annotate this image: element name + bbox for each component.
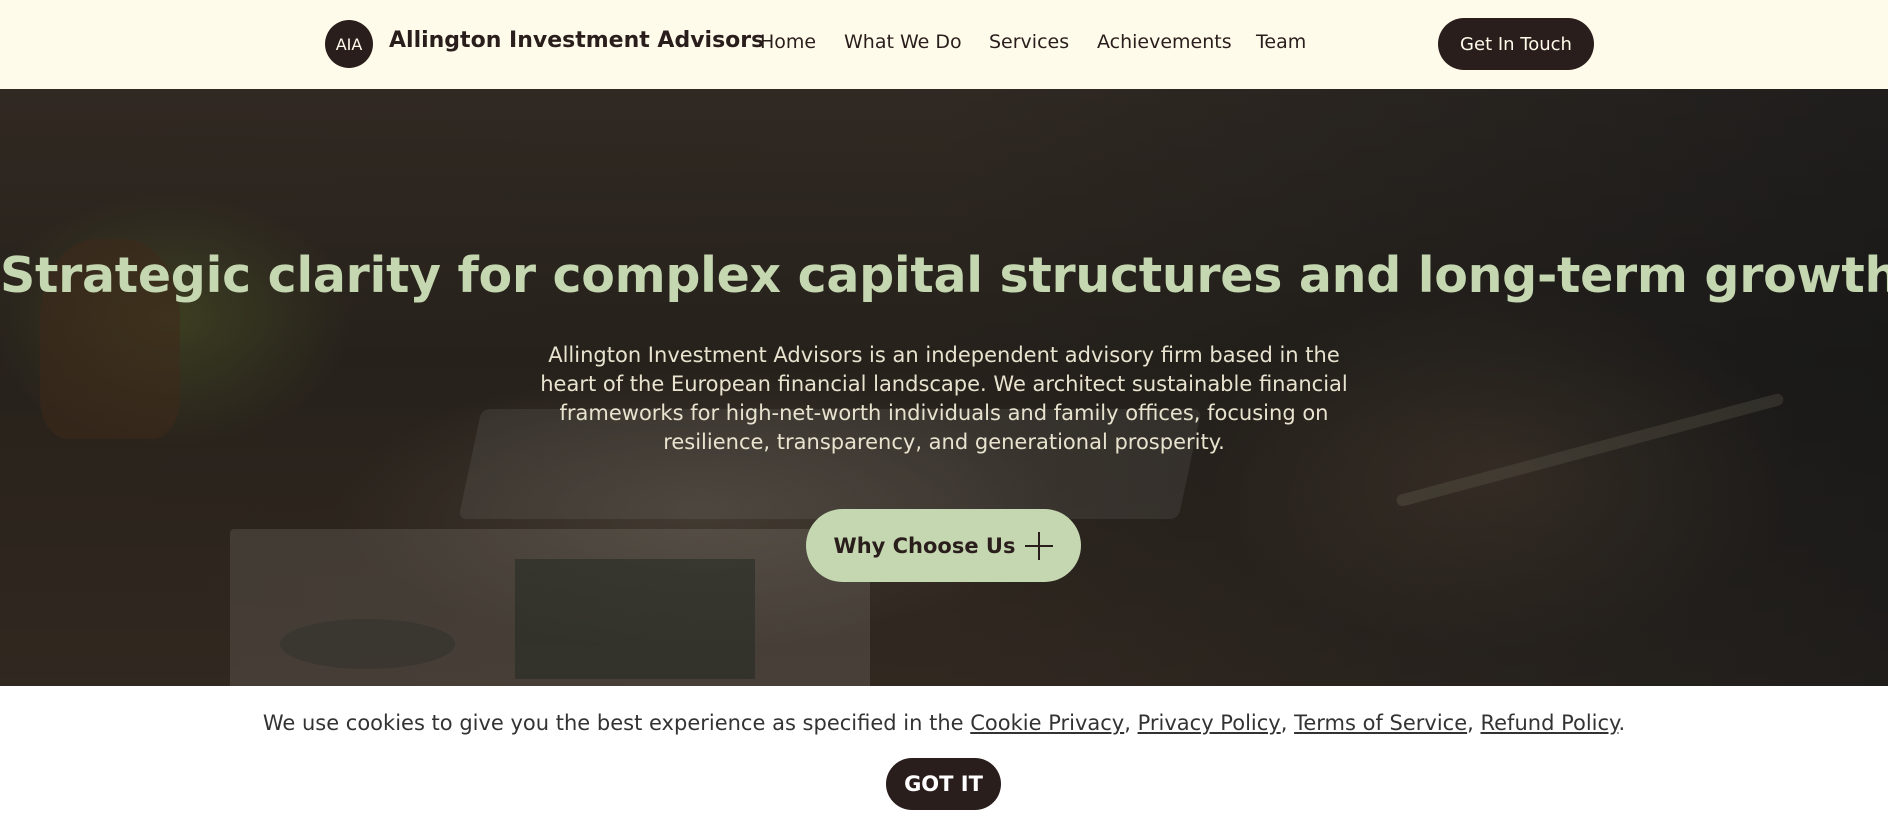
cookie-banner: We use cookies to give you the best expe…: [0, 686, 1888, 818]
link-separator: ,: [1467, 711, 1481, 735]
site-header: AIA Allington Investment Advisors Home W…: [0, 0, 1888, 89]
hero-description: Allington Investment Advisors is an inde…: [540, 343, 1348, 454]
nav-home[interactable]: Home: [760, 31, 816, 53]
hero-section: Strategic clarity for complex capital st…: [0, 89, 1888, 686]
nav-team[interactable]: Team: [1256, 31, 1306, 53]
cookie-message: We use cookies to give you the best expe…: [0, 711, 1888, 735]
refund-policy-link[interactable]: Refund Policy: [1480, 711, 1618, 735]
got-it-button[interactable]: GOT IT: [886, 758, 1001, 810]
privacy-policy-link[interactable]: Privacy Policy: [1138, 711, 1281, 735]
get-in-touch-button[interactable]: Get In Touch: [1438, 18, 1594, 70]
cookie-text-after: .: [1618, 711, 1626, 735]
brand-name[interactable]: Allington Investment Advisors: [389, 28, 764, 53]
why-choose-us-button[interactable]: Why Choose Us: [806, 509, 1081, 582]
link-separator: ,: [1124, 711, 1138, 735]
logo-badge[interactable]: AIA: [325, 20, 373, 68]
nav-services[interactable]: Services: [989, 31, 1069, 53]
terms-of-service-link[interactable]: Terms of Service: [1294, 711, 1467, 735]
why-choose-us-label: Why Choose Us: [833, 533, 1016, 558]
cookie-privacy-link[interactable]: Cookie Privacy: [970, 711, 1124, 735]
nav-achievements[interactable]: Achievements: [1097, 31, 1232, 53]
link-separator: ,: [1280, 711, 1295, 735]
plus-icon: [1025, 531, 1054, 560]
cookie-text-before: We use cookies to give you the best expe…: [262, 711, 971, 735]
hero-title: Strategic clarity for complex capital st…: [0, 247, 1888, 304]
nav-what-we-do[interactable]: What We Do: [844, 31, 962, 53]
